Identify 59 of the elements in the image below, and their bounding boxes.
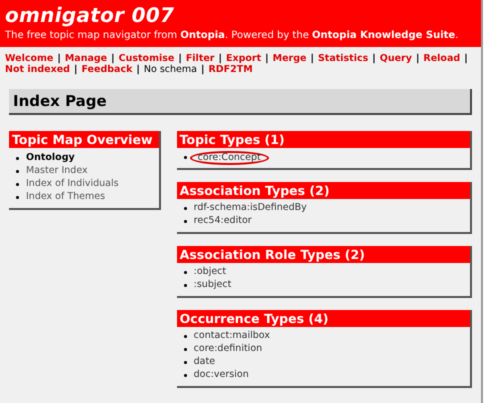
nav-separator: | <box>372 53 376 64</box>
nav-link[interactable]: Filter <box>186 53 214 64</box>
bullet-icon <box>16 183 19 186</box>
nav-link[interactable]: RDF2TM <box>208 64 253 75</box>
nav-link[interactable]: Statistics <box>318 53 368 64</box>
list-link[interactable]: Index of Themes <box>26 190 106 205</box>
bullet-icon <box>184 156 187 159</box>
nav-separator: | <box>416 53 420 64</box>
list-link[interactable]: contact:mailbox <box>194 329 270 344</box>
section-heading: Topic Types (1) <box>176 131 470 148</box>
list-link[interactable]: :subject <box>194 278 232 293</box>
page-title: Index Page <box>13 90 107 112</box>
bullet-icon <box>16 170 19 173</box>
nav-link[interactable]: Merge <box>272 53 306 64</box>
section-heading: Association Role Types (2) <box>176 246 470 263</box>
nav-separator: | <box>464 53 468 64</box>
nav-link[interactable]: Customise <box>118 53 174 64</box>
list-link[interactable]: core:Concept <box>190 150 269 164</box>
bullet-icon <box>184 348 187 351</box>
nav-separator: | <box>200 64 204 75</box>
app-title: omnigator 007 <box>5 3 176 27</box>
nav-separator: | <box>136 64 140 75</box>
bullet-icon <box>16 196 19 199</box>
list-link[interactable]: Ontology <box>26 151 75 166</box>
nav-link[interactable]: Not indexed <box>5 64 70 75</box>
bullet-icon <box>16 157 19 160</box>
list-link[interactable]: Index of Individuals <box>26 177 119 192</box>
bullet-icon <box>184 361 187 364</box>
nav-separator: | <box>74 64 78 75</box>
nav-separator: | <box>310 53 314 64</box>
tagline: The free topic map navigator from Ontopia. Powered by the Ontopia Knowledge Suite. <box>5 29 460 43</box>
bullet-icon <box>184 284 187 287</box>
nav-label: No schema <box>144 64 197 75</box>
nav-separator: | <box>111 53 115 64</box>
bullet-icon <box>184 220 187 223</box>
list-link[interactable]: Master Index <box>26 164 88 179</box>
nav-separator: | <box>265 53 269 64</box>
section-heading: Association Types (2) <box>176 182 470 199</box>
list-link[interactable]: core:definition <box>194 342 262 357</box>
list-link[interactable]: rec54:editor <box>194 214 252 229</box>
nav-link[interactable]: Welcome <box>5 53 54 64</box>
section-heading: Topic Map Overview <box>9 131 159 148</box>
nav-separator: | <box>218 53 222 64</box>
list-link[interactable]: rdf-schema:isDefinedBy <box>194 201 307 216</box>
list-link[interactable]: doc:version <box>194 368 249 383</box>
nav-link[interactable]: Reload <box>423 53 460 64</box>
nav-link[interactable]: Query <box>380 53 412 64</box>
nav-separator: | <box>178 53 182 64</box>
list-link[interactable]: date <box>194 355 216 370</box>
list-link[interactable]: :object <box>194 265 226 280</box>
nav-link[interactable]: Manage <box>64 53 108 64</box>
nav-link[interactable]: Feedback <box>81 64 132 75</box>
nav-separator: | <box>57 53 61 64</box>
section-heading: Occurrence Types (4) <box>176 310 470 327</box>
bullet-icon <box>184 374 187 377</box>
bullet-icon <box>184 335 187 338</box>
bullet-icon <box>184 271 187 274</box>
nav-link[interactable]: Export <box>226 53 262 64</box>
bullet-icon <box>184 207 187 210</box>
